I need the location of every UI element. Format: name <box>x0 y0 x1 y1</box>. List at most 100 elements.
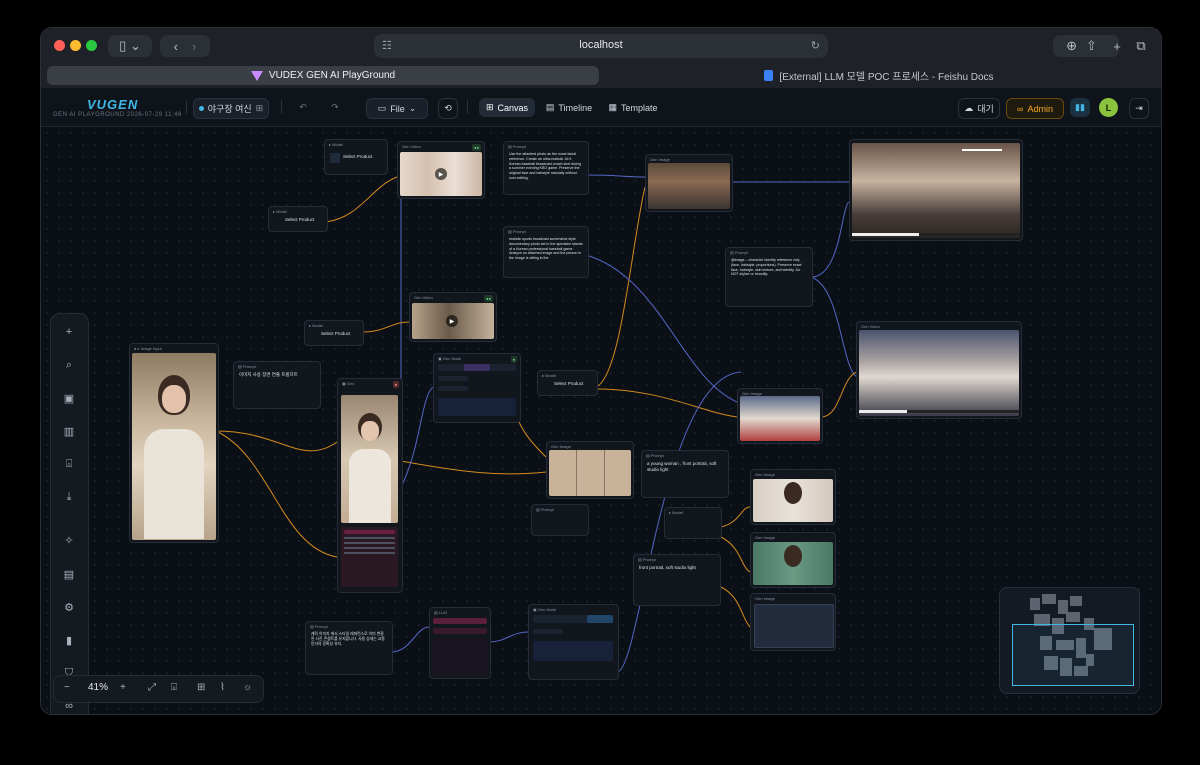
chart-icon[interactable]: ▮ <box>61 632 77 648</box>
download-icon[interactable]: ⤓ <box>61 489 77 505</box>
undo-icon[interactable]: ↶ <box>295 98 311 117</box>
address-bar[interactable]: ☷ localhost ↻ <box>374 34 828 58</box>
setting-panel[interactable] <box>533 641 613 661</box>
model-select[interactable] <box>433 618 487 624</box>
minimap-viewport[interactable] <box>1012 624 1134 686</box>
attach-icon[interactable]: ⌇ <box>220 682 225 693</box>
prompt-node[interactable]: ▤ Prompt @image – character identity ref… <box>725 247 813 307</box>
option-chip[interactable] <box>438 376 468 381</box>
image-gen-node[interactable]: Gen Image <box>645 154 733 212</box>
image-grid-node[interactable]: Gen Image <box>546 441 634 499</box>
mode-tabs[interactable] <box>438 364 516 371</box>
image-gen-node[interactable]: Gen Image <box>750 593 836 651</box>
status-badge[interactable]: ☁ 대기 <box>958 98 1000 119</box>
reload-icon[interactable]: ↻ <box>811 39 820 52</box>
image-gen-node[interactable]: ▣ Gen ● <box>337 378 403 593</box>
sidebar-toggle-button[interactable]: ▯ ⌄ <box>108 35 152 57</box>
prompt-node[interactable]: ▤ Prompt Use the attached photo as the e… <box>503 141 589 195</box>
prompt-node[interactable]: ▤ Prompt realistic sports broadcast scre… <box>503 226 589 278</box>
video-gen-node[interactable]: Gen Video ●● ▶ <box>409 292 497 342</box>
tab-overview-icon[interactable]: ⧉ <box>1131 35 1151 57</box>
file-menu-button[interactable]: ▭ File ⌄ <box>366 98 428 119</box>
zoom-out-icon[interactable]: − <box>64 682 70 693</box>
prompt-node[interactable]: ▤ Prompt front portrait, soft studio lig… <box>633 554 721 606</box>
grid-icon[interactable]: ⊞ <box>197 682 205 693</box>
prompt-text: @image – character identity reference on… <box>731 258 802 277</box>
folder-icon: ▭ <box>377 103 387 113</box>
zoom-level[interactable]: 41% <box>88 682 108 693</box>
focus-icon[interactable]: ⌻ <box>171 682 177 693</box>
setting-panel[interactable] <box>438 398 516 416</box>
video-player-node[interactable]: Gen Video <box>856 321 1022 419</box>
sparkle-icon[interactable]: ✧ <box>61 532 77 548</box>
image-gen-node[interactable]: Gen Image <box>750 532 836 588</box>
settings-icon[interactable]: ⚙ <box>61 599 77 615</box>
prompt-node[interactable]: ▤ Prompt <box>531 504 589 536</box>
video-gen-node[interactable]: Gen Video ●● ▶ <box>397 141 485 199</box>
history-icon[interactable]: ⟲ <box>438 98 458 119</box>
stadium-video <box>859 330 1019 416</box>
image-gen-node[interactable]: Gen Image <box>750 469 836 525</box>
fit-view-icon[interactable]: ⤢ <box>148 682 156 693</box>
library-icon[interactable]: ▥ <box>61 423 77 439</box>
mode-tabs[interactable] <box>533 615 613 623</box>
prompt-node[interactable]: ▤ Prompt 캐릭 이미지 에서 스타일 레퍼런스로 이미 변환된 사진 콘… <box>305 621 393 675</box>
connection-wire <box>400 460 547 475</box>
scan-icon[interactable]: ⌻ <box>61 456 77 472</box>
option-chip[interactable] <box>533 629 563 634</box>
image-gen-node[interactable]: Gen Image <box>737 388 823 444</box>
minimap[interactable] <box>999 587 1140 694</box>
option-chip[interactable] <box>433 628 487 634</box>
layout-icon[interactable]: ▤ <box>61 566 77 582</box>
model-node[interactable]: ▸ Model <box>664 507 722 539</box>
llm-node[interactable]: ▤ LLM <box>429 607 491 679</box>
product-select-node[interactable]: ▸ Model Select Product <box>304 320 364 346</box>
sun-icon[interactable]: ☼ <box>243 682 252 693</box>
node-canvas[interactable]: + ⌕ ▣ ▥ ⌻ ⤓ ✧ ▤ ⚙ ▮ ⛉ ∞ − 41% + ⤢ ⌻ ⊞ ⌇ … <box>41 127 1161 714</box>
prompt-node[interactable]: ▤ Prompt a young woman , front portrait,… <box>641 450 729 498</box>
download-icon[interactable]: ⊕ <box>1066 38 1077 54</box>
generation-settings-node[interactable]: ▣ Gen Node <box>528 604 619 680</box>
minimize-window-button[interactable] <box>70 40 81 51</box>
option-chip[interactable] <box>438 386 468 391</box>
source-image-node[interactable]: ● ▸ Image Input <box>129 343 219 543</box>
app-logo[interactable]: VUGEN <box>87 97 138 112</box>
product-select-node[interactable]: ▸ Model Select Product <box>324 139 388 175</box>
node-header: ▸ Model <box>329 142 344 147</box>
tab-vudex[interactable]: VUDEX GEN AI PlayGround <box>47 66 599 85</box>
play-icon[interactable]: ▶ <box>435 168 447 180</box>
play-icon[interactable]: ▶ <box>446 315 458 327</box>
forward-icon[interactable]: › <box>192 39 196 54</box>
prompt-text: 캐릭 이미지 에서 스타일 레퍼런스로 이미 변환된 사진 콘셉트를 유지합니다… <box>311 632 385 646</box>
video-player-node[interactable]: Gen Video <box>849 139 1023 241</box>
tab-timeline[interactable]: ▤ Timeline <box>541 98 597 117</box>
product-select-node[interactable]: ▸ Model Select Product <box>537 370 598 396</box>
avatar[interactable]: L <box>1099 98 1118 117</box>
maximize-window-button[interactable] <box>86 40 97 51</box>
status-label: 대기 <box>977 104 994 114</box>
zoom-in-icon[interactable]: + <box>120 682 126 693</box>
new-tab-icon[interactable]: + <box>1107 35 1127 57</box>
analytics-icon[interactable]: ▮▮ <box>1070 98 1090 117</box>
close-window-button[interactable] <box>54 40 65 51</box>
project-selector[interactable]: 야구장 여신 ⊞ <box>193 98 269 119</box>
node-header: Gen Image <box>755 596 775 601</box>
admin-button[interactable]: ∞ Admin <box>1006 98 1064 119</box>
node-header: Gen Image <box>755 535 775 540</box>
node-label: Select Product <box>285 217 315 222</box>
logout-icon[interactable]: ⇥ <box>1129 98 1149 119</box>
share-icon[interactable]: ⇧ <box>1086 38 1097 54</box>
prompt-node[interactable]: ▤ Prompt 이미지 사용 장면 연출 프롬프트 <box>233 361 321 409</box>
tab-feishu-docs[interactable]: [External] LLM 모델 POC 프로세스 - Feishu Docs <box>603 66 1155 85</box>
status-dot <box>198 106 204 111</box>
search-icon[interactable]: ⌕ <box>61 357 77 373</box>
add-node-icon[interactable]: + <box>61 324 77 340</box>
tab-template[interactable]: ▦ Template <box>603 98 663 117</box>
product-select-node[interactable]: ▸ Model Select Product <box>268 206 328 232</box>
back-icon[interactable]: ‹ <box>174 39 178 54</box>
generation-settings-node[interactable]: ▣ Gen Node ● <box>433 353 521 423</box>
image-icon[interactable]: ▣ <box>61 390 77 406</box>
redo-icon[interactable]: ↷ <box>327 98 343 117</box>
node-header: ▸ Model <box>309 323 324 328</box>
tab-canvas[interactable]: ⊞ Canvas <box>479 98 535 117</box>
